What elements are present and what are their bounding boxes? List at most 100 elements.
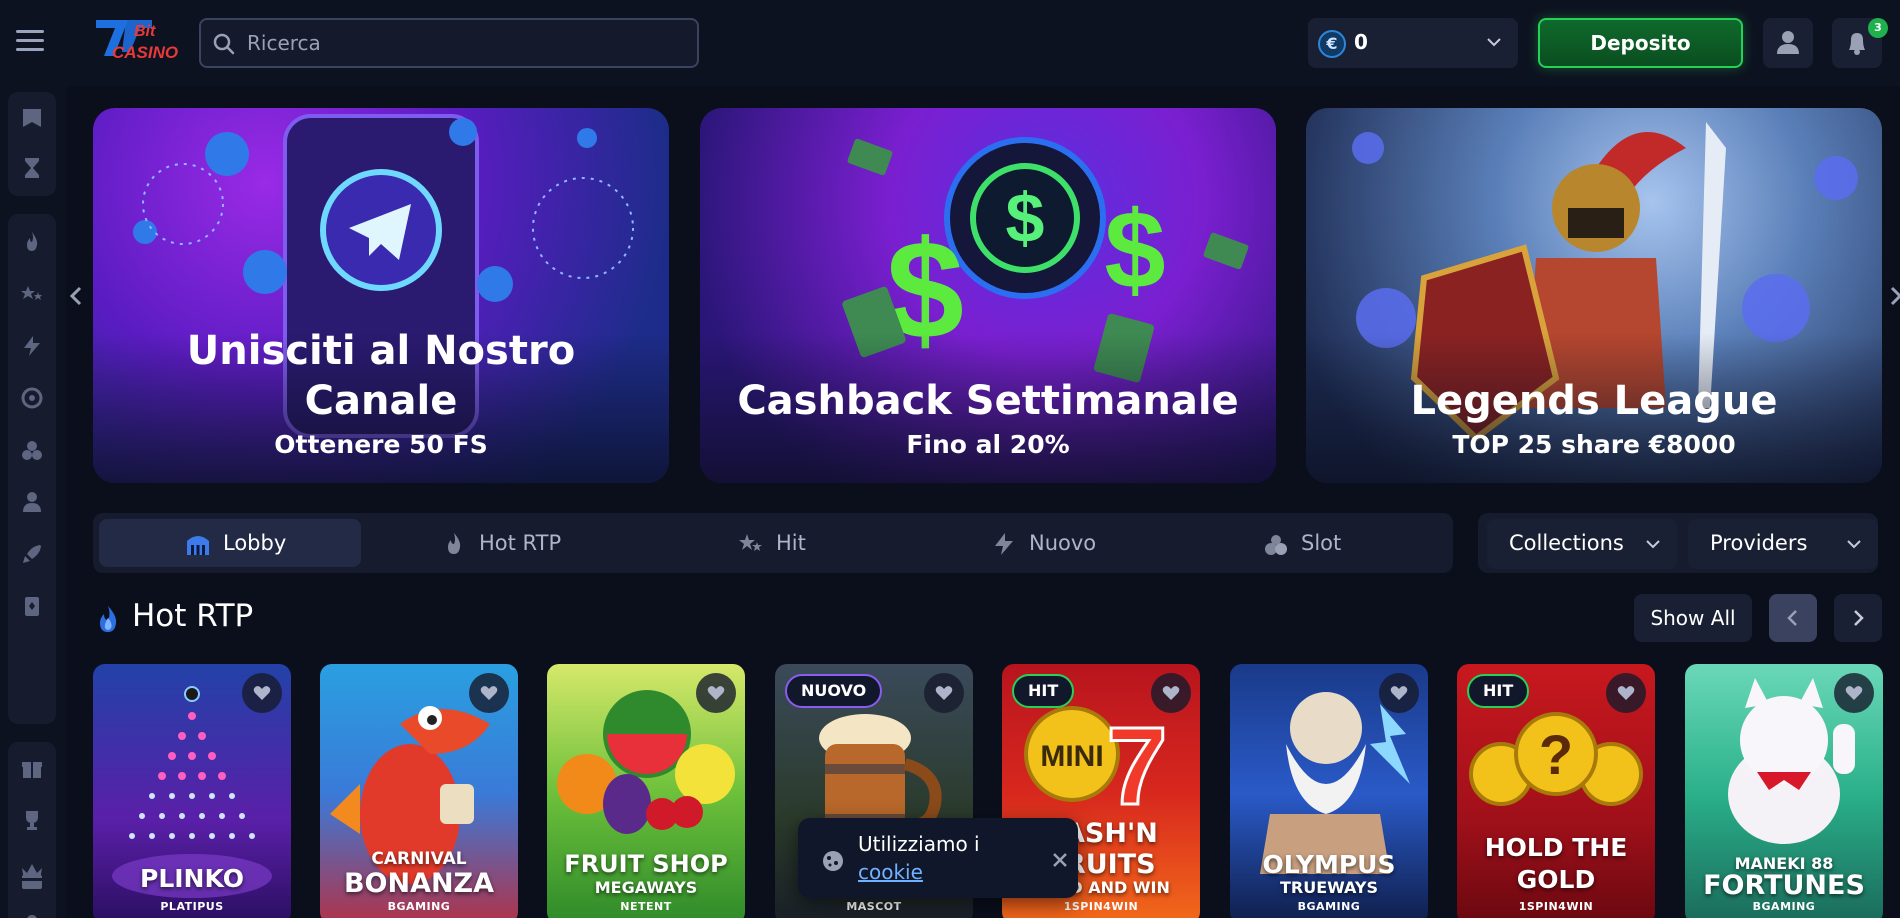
dropdown-label: Collections <box>1509 531 1624 555</box>
game-provider: 1SPIN4WIN <box>1518 900 1594 913</box>
section-title: Hot RTP <box>132 598 254 634</box>
gift-icon[interactable] <box>20 756 44 780</box>
hit-badge: HIT <box>1467 674 1530 708</box>
new-badge: NUOVO <box>785 674 883 708</box>
game-card-fruit-shop-megaways[interactable]: FRUIT SHOP MEGAWAYS NETENT <box>547 664 745 918</box>
profile-button[interactable] <box>1763 18 1813 68</box>
game-card-plinko[interactable]: PLINKO PLATIPUS <box>93 664 291 918</box>
notification-badge: 3 <box>1868 18 1888 38</box>
cookie-link[interactable]: cookie <box>858 860 923 884</box>
tab-nuovo[interactable]: Nuovo <box>915 519 1177 567</box>
favorite-button[interactable] <box>1606 673 1646 713</box>
game-subtitle: MEGAWAYS <box>594 878 698 897</box>
game-provider: BGAMING <box>1752 900 1816 913</box>
games-prev-button[interactable] <box>1769 594 1817 642</box>
stars-icon <box>739 534 762 551</box>
lightning-icon[interactable] <box>20 334 44 358</box>
favorite-button[interactable] <box>924 673 964 713</box>
favorite-button[interactable] <box>696 673 736 713</box>
carousel-prev-icon[interactable] <box>68 284 84 308</box>
search-box[interactable] <box>199 18 699 68</box>
game-title: BONANZA <box>343 868 495 899</box>
flame-icon <box>448 533 461 554</box>
banner-subtitle: TOP 25 share €8000 <box>1452 430 1736 459</box>
chevron-right-icon <box>1854 610 1864 626</box>
chevron-left-icon <box>1787 610 1797 626</box>
banner-title: Legends League <box>1410 378 1778 424</box>
svg-text:MINI: MINI <box>1040 740 1103 773</box>
game-title: FORTUNES <box>1703 870 1865 901</box>
show-all-button[interactable]: Show All <box>1634 594 1752 642</box>
search-input[interactable] <box>247 28 687 58</box>
game-provider: NETENT <box>620 900 672 913</box>
svg-text:$: $ <box>1006 179 1045 257</box>
chevron-down-icon <box>1487 38 1501 47</box>
flame-icon[interactable] <box>20 230 44 254</box>
game-title: OLYMPUS <box>1262 850 1396 879</box>
promo-banner-telegram[interactable]: Unisciti al Nostro Canale Ottenere 50 FS <box>93 108 669 483</box>
game-card-maneki-88-fortunes[interactable]: MANEKI 88 FORTUNES BGAMING <box>1685 664 1883 918</box>
providers-dropdown[interactable]: Providers <box>1688 519 1878 569</box>
euro-icon: € <box>1318 30 1346 58</box>
favorite-button[interactable] <box>242 673 282 713</box>
lightning-icon <box>995 533 1013 555</box>
target-icon[interactable] <box>20 386 44 410</box>
dealer-icon[interactable] <box>20 490 44 514</box>
search-icon <box>213 33 235 55</box>
tab-hot-rtp[interactable]: Hot RTP <box>371 519 633 567</box>
tab-slot[interactable]: Slot <box>1187 519 1449 567</box>
rocket-icon[interactable] <box>20 542 44 566</box>
game-title: PLINKO <box>140 864 244 893</box>
favorite-button[interactable] <box>1151 673 1191 713</box>
tab-lobby[interactable]: Lobby <box>99 519 361 567</box>
promo-banner-cashback[interactable]: $ $ $ Cashback Settimanale Fino al 20% <box>700 108 1276 483</box>
chevron-down-icon <box>1847 540 1861 549</box>
bookmark-icon[interactable] <box>20 106 44 130</box>
game-card-hold-the-gold[interactable]: ? HIT HOLD THE GOLD 1SPIN4WIN <box>1457 664 1655 918</box>
trophy-icon[interactable] <box>20 808 44 832</box>
menu-icon[interactable] <box>16 30 44 54</box>
game-card-olympus-trueways[interactable]: OLYMPUS TRUEWAYS BGAMING <box>1230 664 1428 918</box>
heart-icon <box>707 686 725 700</box>
blue-flame-icon <box>100 606 117 632</box>
cherries-icon[interactable] <box>20 438 44 462</box>
tab-label: Hot RTP <box>479 531 562 555</box>
stars-icon[interactable] <box>20 282 44 306</box>
tab-label: Lobby <box>223 531 287 555</box>
games-next-button[interactable] <box>1834 594 1882 642</box>
balance-selector[interactable]: € 0 <box>1308 18 1518 68</box>
game-title: FRUIT SHOP <box>564 850 728 878</box>
bell-icon[interactable] <box>20 912 44 918</box>
carousel-next-icon[interactable] <box>1890 284 1900 308</box>
left-sidebar <box>0 86 66 918</box>
heart-icon <box>1845 686 1863 700</box>
deposit-button[interactable]: Deposito <box>1538 18 1743 68</box>
tab-hit[interactable]: Hit <box>643 519 905 567</box>
game-provider: 1SPIN4WIN <box>1063 900 1139 913</box>
favorite-button[interactable] <box>1379 673 1419 713</box>
game-provider: PLATIPUS <box>160 900 224 913</box>
game-card-carnival-bonanza[interactable]: CARNIVAL BONANZA BGAMING <box>320 664 518 918</box>
cards-icon[interactable] <box>20 594 44 618</box>
svg-text:7: 7 <box>1106 705 1167 828</box>
banner-subtitle: Ottenere 50 FS <box>274 430 488 459</box>
close-icon[interactable] <box>1052 852 1068 868</box>
tab-label: Slot <box>1301 531 1342 555</box>
banner-subtitle: Fino al 20% <box>906 430 1070 459</box>
top-header: Bit CASINO € 0 Deposito 3 <box>0 0 1900 86</box>
banner-title: Cashback Settimanale <box>737 378 1239 424</box>
game-subtitle: TRUEWAYS <box>1279 878 1379 897</box>
banner-title: Unisciti al Nostro <box>186 328 576 374</box>
promo-banner-legends-league[interactable]: Legends League TOP 25 share €8000 <box>1306 108 1882 483</box>
category-tabs: Lobby Hot RTP Hit Nuovo Slot <box>93 513 1453 573</box>
favorite-button[interactable] <box>469 673 509 713</box>
favorite-button[interactable] <box>1834 673 1874 713</box>
game-provider: MASCOT <box>846 900 902 913</box>
heart-icon <box>1162 686 1180 700</box>
game-title: HOLD THE GOLD <box>1484 833 1628 894</box>
logo[interactable]: Bit CASINO <box>92 16 192 70</box>
hourglass-icon[interactable] <box>20 156 44 180</box>
credit-card-icon[interactable] <box>20 870 44 894</box>
collections-dropdown[interactable]: Collections <box>1487 519 1677 569</box>
rail-group-categories <box>8 214 56 724</box>
